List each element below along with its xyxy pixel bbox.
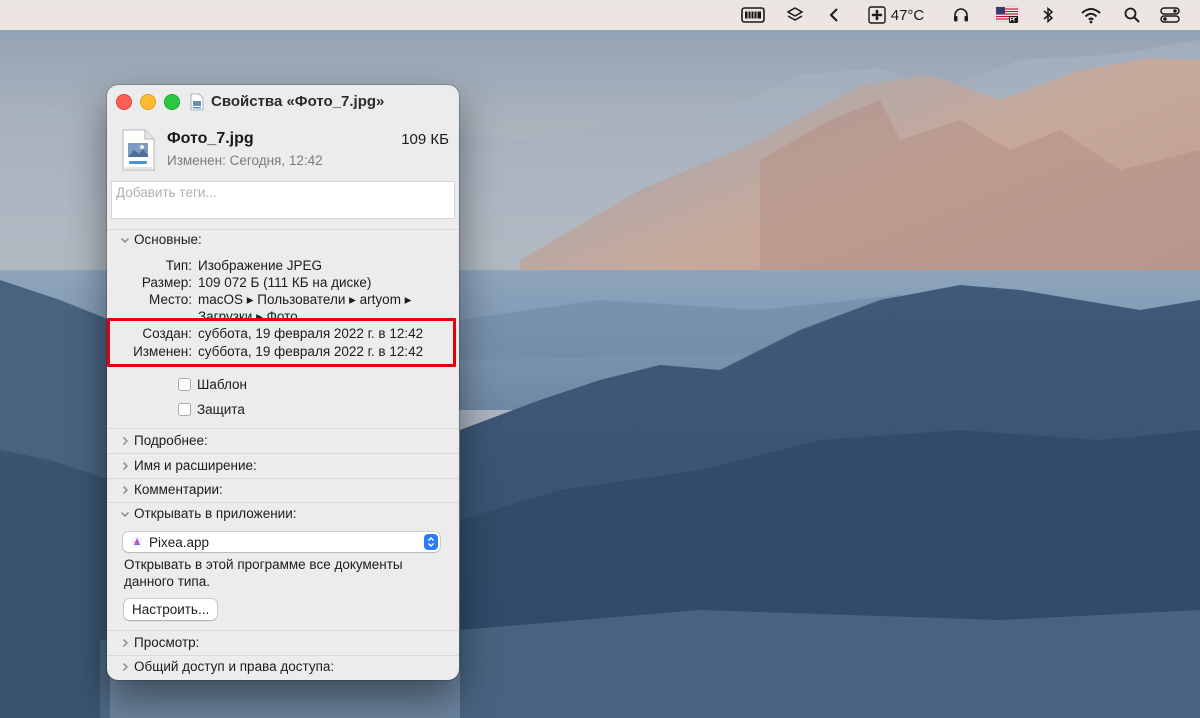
close-button[interactable] [116, 94, 132, 110]
section-more-info[interactable]: Подробнее: [119, 433, 208, 448]
menu-bar: 47°C [0, 0, 1200, 30]
spotlight-search-icon[interactable] [1121, 0, 1143, 30]
get-info-window: Свойства «Фото_7.jpg» Фото_7.jpg 109 КБ … [107, 85, 459, 680]
chevron-right-icon [122, 436, 129, 445]
jpeg-file-icon [190, 93, 204, 116]
pixea-app-icon [131, 536, 143, 548]
chevron-up-down-icon [424, 534, 438, 550]
dates-highlight-frame [107, 318, 456, 367]
section-more-info-label: Подробнее: [134, 433, 208, 448]
open-with-app-select[interactable]: Pixea.app [123, 532, 440, 552]
section-open-with[interactable]: Открывать в приложении: [119, 506, 297, 521]
control-center-icon[interactable] [1158, 0, 1182, 30]
tags-placeholder: Добавить теги... [116, 185, 217, 200]
where-value-line1: macOS ▸ Пользователи ▸ artyom ▸ [198, 292, 412, 307]
type-label: Тип: [165, 258, 192, 273]
chevron-right-icon [122, 461, 129, 470]
section-general-label: Основные: [134, 232, 202, 247]
locked-checkbox[interactable]: Защита [178, 402, 245, 417]
divider [107, 453, 459, 454]
window-title: Свойства «Фото_7.jpg» [211, 93, 385, 110]
wifi-icon[interactable] [1078, 0, 1104, 30]
divider [107, 655, 459, 656]
section-comments[interactable]: Комментарии: [119, 482, 223, 497]
section-name-extension[interactable]: Имя и расширение: [119, 458, 257, 473]
divider [107, 502, 459, 503]
section-comments-label: Комментарии: [134, 482, 223, 497]
section-preview[interactable]: Просмотр: [119, 635, 199, 650]
where-label: Место: [149, 292, 192, 307]
chevron-left-icon[interactable] [826, 0, 842, 30]
zoom-button[interactable] [164, 94, 180, 110]
chevron-down-icon [120, 511, 130, 517]
keyboard-icon[interactable] [740, 0, 766, 30]
size-value: 109 072 Б (111 КБ на диске) [198, 275, 372, 290]
stationery-checkbox-label: Шаблон [197, 377, 247, 392]
chevron-right-icon [122, 485, 129, 494]
input-source-flag-icon[interactable] [994, 0, 1020, 30]
section-open-with-label: Открывать в приложении: [134, 506, 297, 521]
divider [107, 428, 459, 429]
chevron-down-icon [120, 237, 130, 243]
change-all-button-label: Настроить... [132, 602, 210, 617]
bluetooth-icon[interactable] [1040, 0, 1056, 30]
stationery-checkbox[interactable]: Шаблон [178, 377, 247, 392]
section-sharing-permissions[interactable]: Общий доступ и права доступа: [119, 659, 334, 674]
chevron-right-icon [122, 638, 129, 647]
tags-input[interactable]: Добавить теги... [111, 181, 455, 219]
section-sharing-permissions-label: Общий доступ и права доступа: [134, 659, 335, 674]
file-name: Фото_7.jpg [167, 130, 254, 147]
selected-app-name: Pixea.app [149, 534, 210, 550]
open-with-description: Открывать в этой программе все документы… [124, 557, 403, 589]
locked-checkbox-box[interactable] [178, 403, 191, 416]
file-size: 109 КБ [401, 131, 449, 148]
minimize-button[interactable] [140, 94, 156, 110]
section-general[interactable]: Основные: [119, 232, 202, 247]
file-modified-date: Изменен: Сегодня, 12:42 [167, 153, 323, 168]
size-label: Размер: [141, 275, 192, 290]
image-file-icon [121, 129, 155, 176]
change-all-button[interactable]: Настроить... [124, 599, 218, 620]
type-value: Изображение JPEG [198, 258, 323, 273]
fan-icon [868, 6, 886, 24]
layers-icon[interactable] [784, 0, 806, 30]
divider [107, 229, 459, 230]
section-preview-label: Просмотр: [134, 635, 200, 650]
section-name-extension-label: Имя и расширение: [134, 458, 257, 473]
divider [107, 478, 459, 479]
temperature-widget[interactable]: 47°C [862, 0, 930, 30]
headphones-icon[interactable] [950, 0, 972, 30]
window-titlebar[interactable]: Свойства «Фото_7.jpg» [107, 85, 459, 119]
chevron-right-icon [122, 662, 129, 671]
locked-checkbox-label: Защита [197, 402, 245, 417]
stationery-checkbox-box[interactable] [178, 378, 191, 391]
divider [107, 630, 459, 631]
temperature-value: 47°C [890, 6, 925, 24]
